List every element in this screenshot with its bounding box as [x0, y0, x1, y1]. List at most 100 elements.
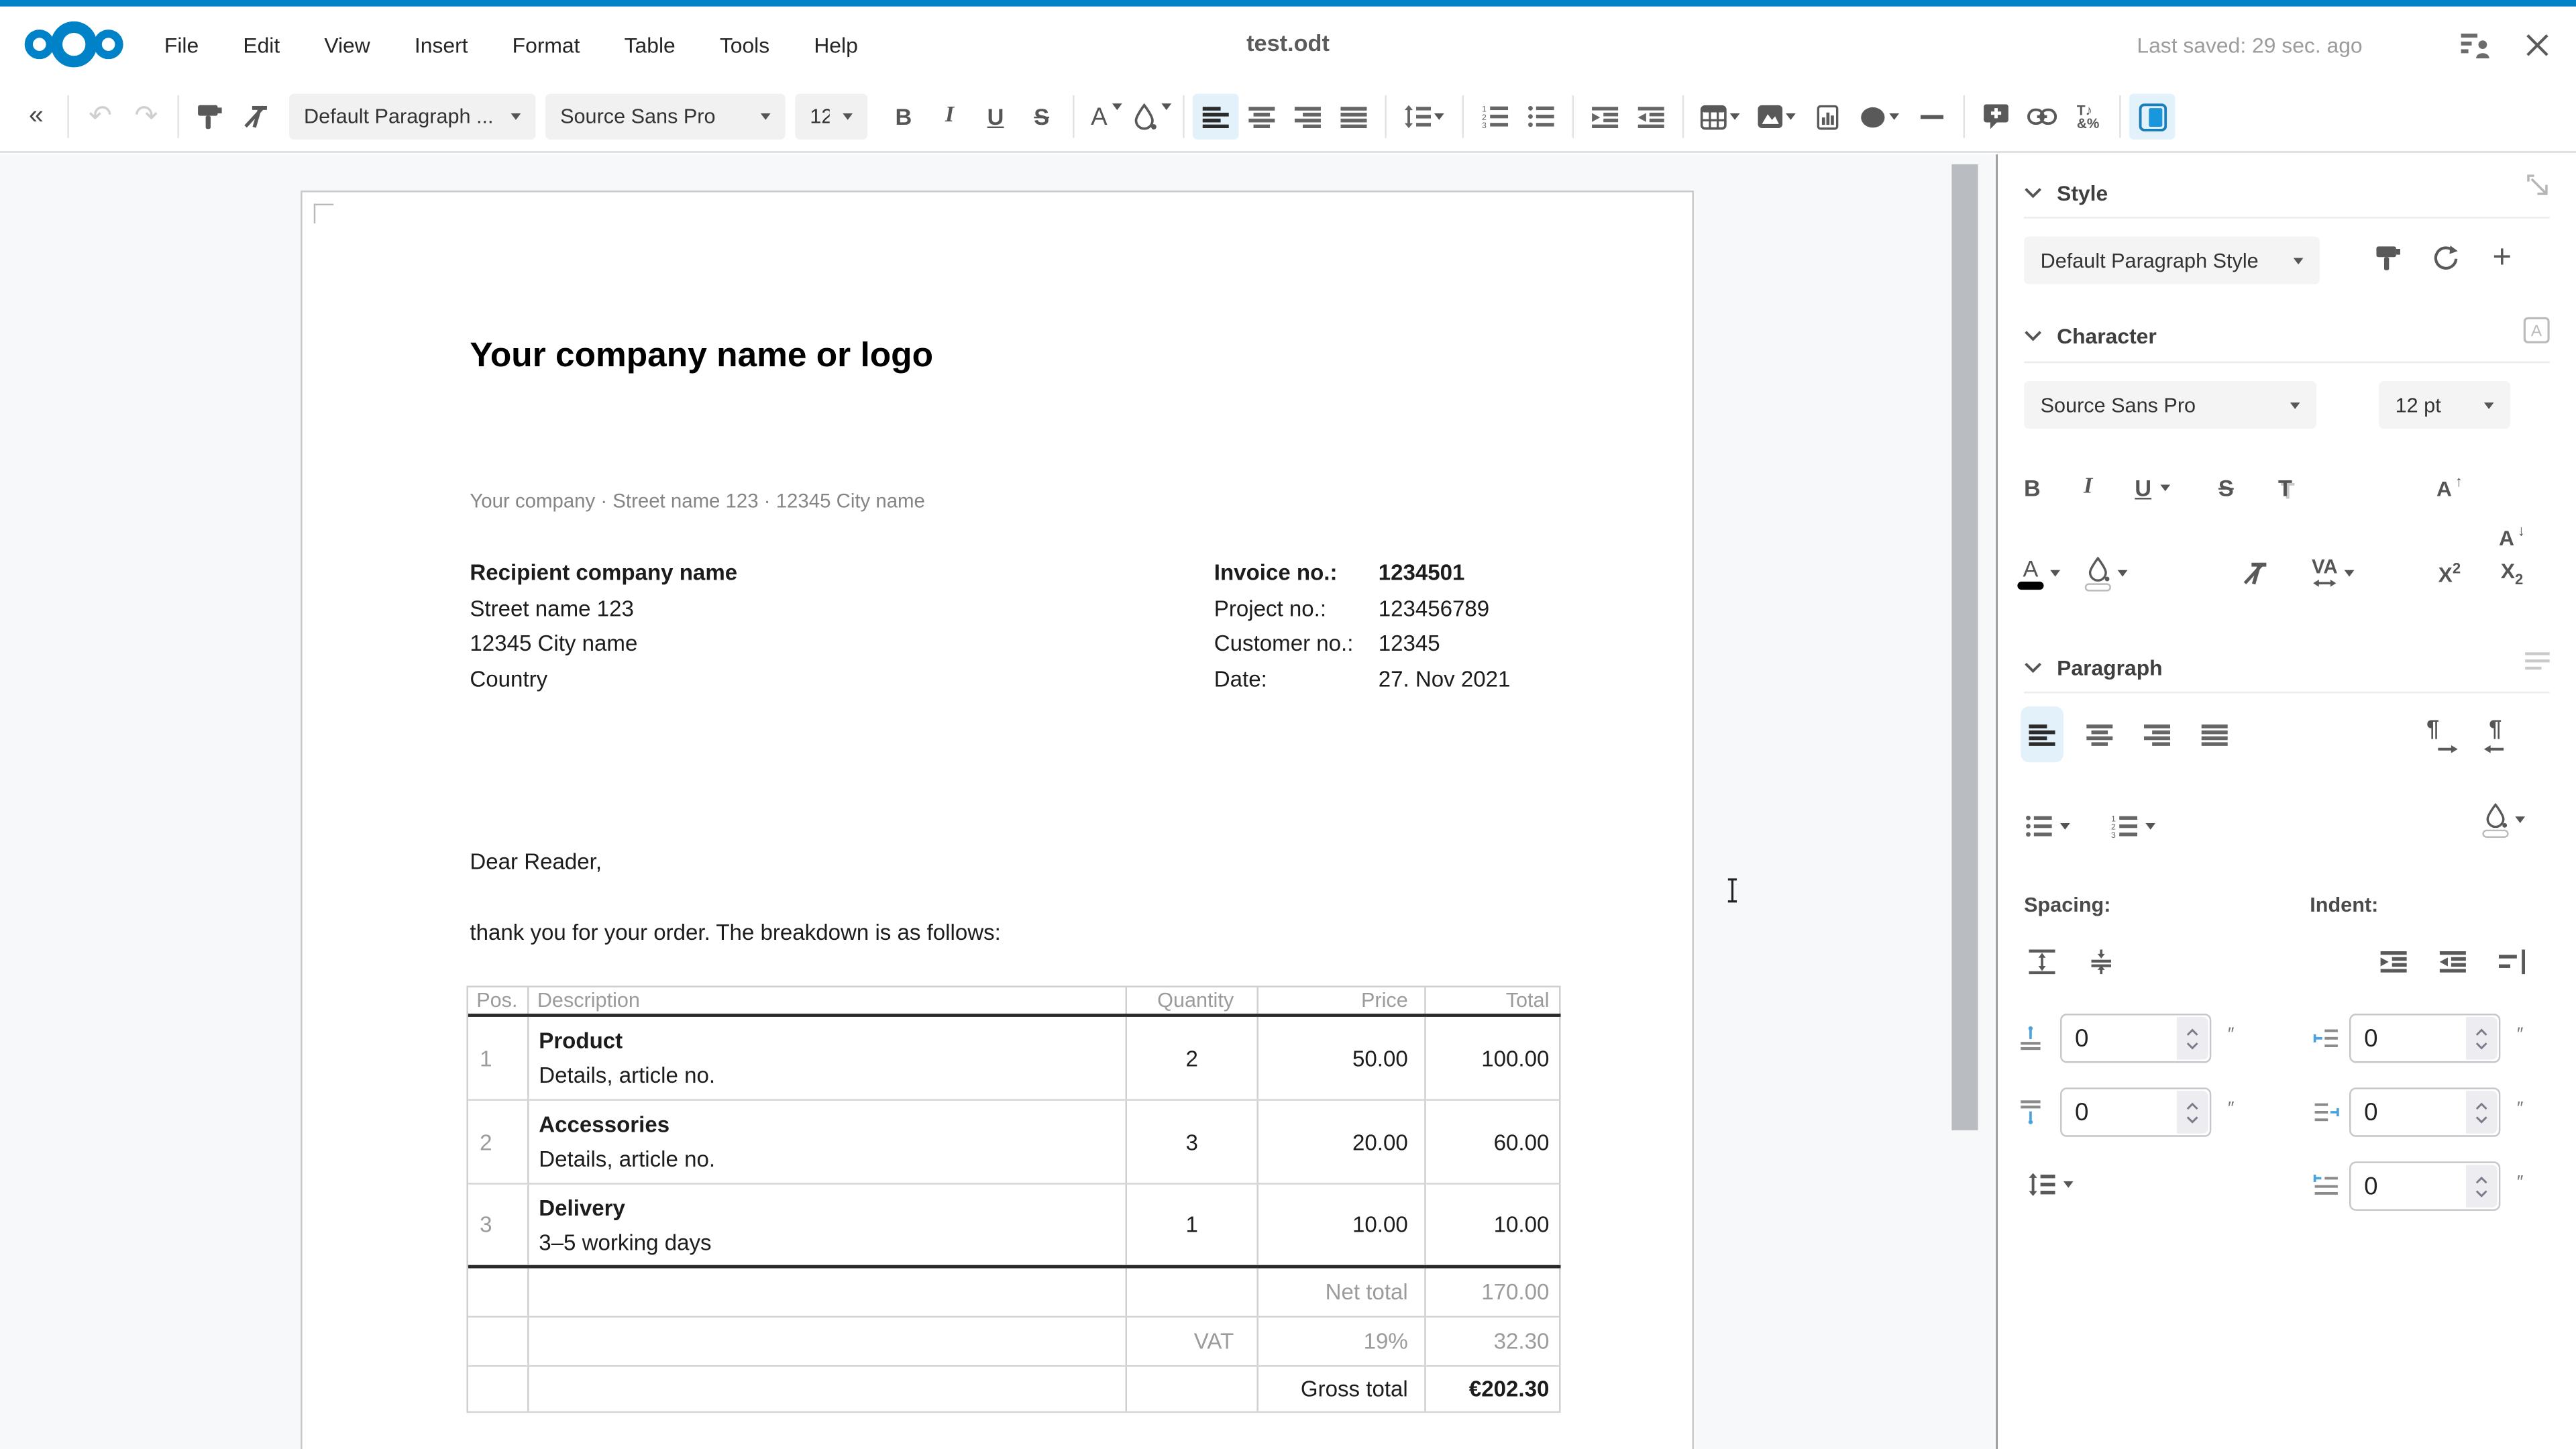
sidebar-font-color-button[interactable]: A	[2011, 549, 2067, 598]
increase-indent-button[interactable]	[1582, 94, 1628, 140]
insert-shape-button[interactable]	[1850, 94, 1909, 140]
menu-help[interactable]: Help	[814, 32, 858, 57]
insert-horizontal-line-button[interactable]	[1909, 94, 1955, 140]
document-page[interactable]: Your company name or logo Your company ·…	[301, 191, 1694, 1449]
bold-button[interactable]: B	[881, 94, 927, 140]
first-line-indent-input[interactable]	[2351, 1163, 2465, 1210]
subscript-button[interactable]: X2	[2491, 549, 2534, 598]
stepper-control[interactable]	[2466, 1091, 2498, 1134]
sidebar-bold-button[interactable]: B	[2011, 464, 2054, 513]
sidebar-underline-button[interactable]: U	[2123, 464, 2182, 513]
special-character-button[interactable]: T♪ &%	[2065, 94, 2111, 140]
grow-font-button[interactable]: A↑	[2428, 464, 2471, 513]
paragraph-style-select[interactable]: Default Paragraph ...	[289, 94, 535, 140]
clear-formatting-button[interactable]	[233, 94, 280, 140]
paragraph-menu-icon[interactable]	[2525, 652, 2550, 670]
spacing-below-field[interactable]	[2060, 1087, 2211, 1136]
paragraph-rtl-button[interactable]: ¶	[2481, 706, 2524, 762]
activity-sharing-icon[interactable]	[2461, 30, 2493, 58]
strikethrough-button[interactable]: S	[1018, 94, 1065, 140]
hanging-indent-button[interactable]	[2491, 936, 2534, 985]
sidebar-align-justify-button[interactable]	[2193, 706, 2236, 762]
paragraph-background-color-button[interactable]	[2471, 795, 2536, 844]
sidebar-font-size-select[interactable]: 12 pt	[2379, 381, 2510, 429]
sidebar-line-spacing-button[interactable]	[2017, 1160, 2083, 1209]
new-style-button[interactable]: +	[2481, 233, 2524, 282]
sidebar-align-left-button[interactable]	[2021, 706, 2063, 762]
align-center-button[interactable]	[1239, 94, 1285, 140]
insert-image-button[interactable]	[1748, 94, 1804, 140]
ordered-list-button[interactable]: 1 2 3	[1472, 94, 1518, 140]
character-spacing-button[interactable]: VA	[2300, 549, 2366, 598]
redo-button[interactable]: ↷	[123, 94, 170, 140]
menu-file[interactable]: File	[164, 32, 199, 57]
sidebar-clear-formatting-button[interactable]	[2235, 549, 2277, 598]
sidebar-decrease-indent-button[interactable]	[2431, 936, 2474, 985]
sidebar-font-name-select[interactable]: Source Sans Pro	[2024, 381, 2316, 429]
menu-insert[interactable]: Insert	[415, 32, 468, 57]
sidebar-unordered-list-button[interactable]	[2014, 802, 2080, 851]
sidebar-shadow-button[interactable]: T	[2264, 464, 2307, 513]
sidebar-italic-button[interactable]: I	[2067, 464, 2110, 513]
paragraph-ltr-button[interactable]: ¶	[2418, 706, 2461, 762]
paragraph-section-header[interactable]: Paragraph	[2024, 655, 2162, 680]
document-scrollbar[interactable]	[1951, 164, 1978, 1130]
menu-view[interactable]: View	[324, 32, 370, 57]
style-section-header[interactable]: Style	[2024, 180, 2108, 205]
insert-table-button[interactable]	[1692, 94, 1748, 140]
font-color-button[interactable]: A	[1083, 94, 1129, 140]
collapse-toolbar-button[interactable]: «	[13, 94, 60, 140]
superscript-button[interactable]: X2	[2428, 549, 2471, 598]
update-style-button[interactable]	[2367, 233, 2410, 282]
unordered-list-button[interactable]	[1518, 94, 1564, 140]
menu-table[interactable]: Table	[625, 32, 676, 57]
sidebar-highlight-color-button[interactable]	[2077, 549, 2136, 598]
font-name-select[interactable]: Source Sans Pro	[545, 94, 786, 140]
toggle-sidebar-button[interactable]	[2129, 94, 2176, 140]
close-icon[interactable]	[2525, 32, 2550, 57]
align-left-button[interactable]	[1193, 94, 1239, 140]
insert-comment-button[interactable]	[1973, 94, 2019, 140]
italic-button[interactable]: I	[926, 94, 973, 140]
stepper-control[interactable]	[2177, 1017, 2208, 1060]
indent-before-field[interactable]	[2349, 1014, 2500, 1063]
spacing-above-input[interactable]	[2061, 1015, 2176, 1061]
highlight-color-button[interactable]	[1128, 94, 1175, 140]
font-size-select[interactable]: 12	[795, 94, 867, 140]
sidebar-strikethrough-button[interactable]: S	[2205, 464, 2248, 513]
underline-button[interactable]: U	[973, 94, 1019, 140]
menu-tools[interactable]: Tools	[720, 32, 769, 57]
document-canvas[interactable]: Your company name or logo Your company ·…	[0, 154, 1996, 1449]
sidebar-increase-indent-button[interactable]	[2372, 936, 2415, 985]
sidebar-paragraph-style-select[interactable]: Default Paragraph Style	[2024, 237, 2320, 284]
indent-after-field[interactable]	[2349, 1087, 2500, 1136]
sidebar-align-right-button[interactable]	[2136, 706, 2179, 762]
decrease-indent-button[interactable]	[1628, 94, 1674, 140]
clone-formatting-button[interactable]	[187, 94, 233, 140]
character-dialog-icon[interactable]: A	[2524, 317, 2550, 343]
insert-hyperlink-button[interactable]	[2019, 94, 2065, 140]
align-justify-button[interactable]	[1331, 94, 1377, 140]
line-spacing-button[interactable]	[1395, 94, 1454, 140]
stepper-control[interactable]	[2466, 1165, 2498, 1208]
menu-edit[interactable]: Edit	[243, 32, 280, 57]
menu-format[interactable]: Format	[513, 32, 580, 57]
character-section-header[interactable]: Character	[2024, 323, 2157, 348]
increase-paragraph-spacing-button[interactable]	[2021, 936, 2063, 985]
stepper-control[interactable]	[2177, 1091, 2208, 1134]
indent-before-input[interactable]	[2351, 1015, 2465, 1061]
insert-chart-button[interactable]	[1804, 94, 1850, 140]
stepper-control[interactable]	[2466, 1017, 2498, 1060]
spacing-below-input[interactable]	[2061, 1089, 2176, 1136]
sidebar-align-center-button[interactable]	[2078, 706, 2121, 762]
invoice-table[interactable]: Pos. Description Quantity Price Total 1 …	[467, 985, 1561, 1413]
more-options-icon[interactable]	[2527, 174, 2550, 197]
spacing-above-field[interactable]	[2060, 1014, 2211, 1063]
sidebar-ordered-list-button[interactable]: 1 2 3	[2100, 802, 2165, 851]
first-line-indent-field[interactable]	[2349, 1161, 2500, 1210]
decrease-paragraph-spacing-button[interactable]	[2080, 936, 2123, 985]
refresh-style-button[interactable]	[2423, 233, 2466, 282]
nextcloud-logo-icon[interactable]	[23, 19, 125, 68]
undo-button[interactable]: ↶	[77, 94, 123, 140]
align-right-button[interactable]	[1285, 94, 1331, 140]
